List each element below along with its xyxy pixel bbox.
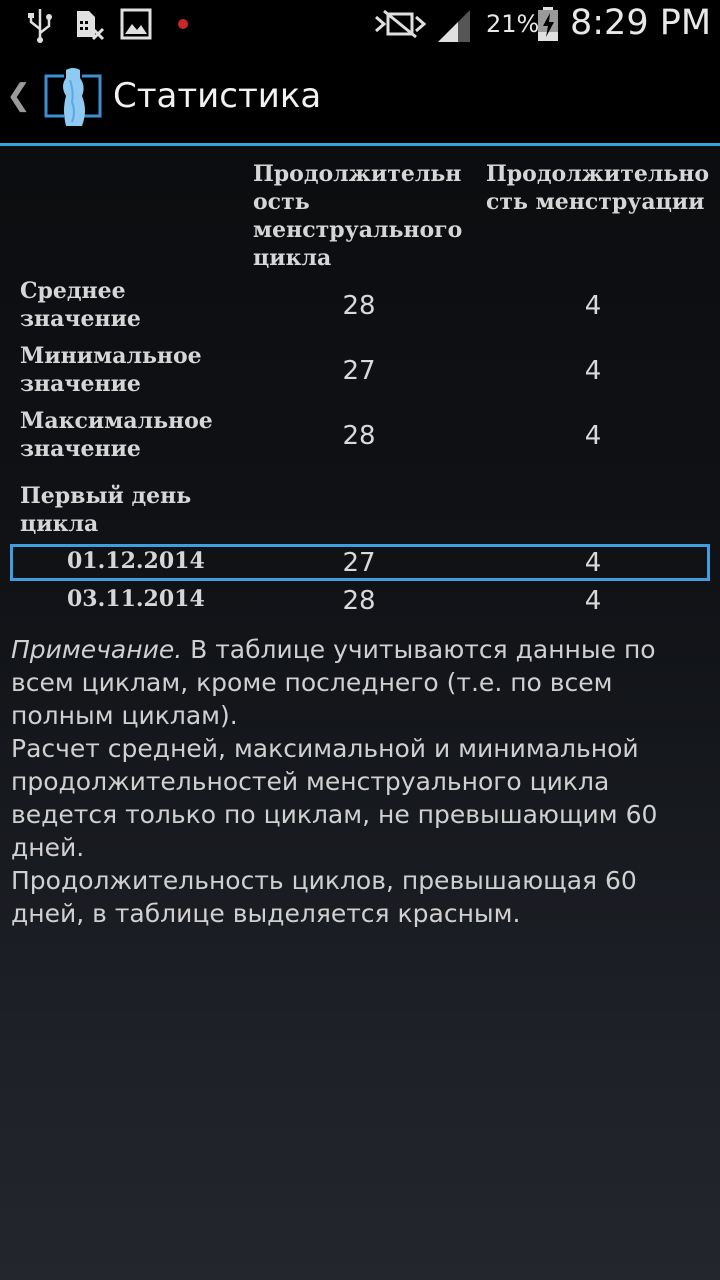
- row-label-line: Минимальное: [20, 343, 202, 369]
- row-label-average: Среднее значение: [20, 277, 240, 333]
- back-chevron-icon[interactable]: ❮: [6, 78, 31, 113]
- status-bar: 21% 8:29 PM: [0, 0, 720, 50]
- sim-off-icon: [77, 11, 105, 41]
- row-label-line: Первый день: [20, 483, 192, 509]
- note-text: Примечание. В таблице учитываются данные…: [11, 633, 711, 930]
- cycle-length-value: 27: [342, 548, 376, 578]
- row-label-maximum: Максимальное значение: [20, 407, 240, 463]
- row-label-first-day: Первый день цикла: [20, 482, 240, 538]
- note-paragraph-3: Продолжительность циклов, превышающая 60…: [11, 866, 637, 928]
- mute-icon: [375, 9, 426, 39]
- image-icon: [120, 8, 152, 40]
- row-label-line: значение: [20, 306, 141, 332]
- row-label-line: Максимальное: [20, 408, 213, 434]
- clock: 8:29 PM: [570, 3, 712, 43]
- header-cycle-length-line: цикла: [253, 245, 332, 271]
- header-cycle-length-line: ость: [253, 189, 310, 215]
- maximum-cycle-value: 28: [342, 421, 376, 451]
- minimum-cycle-value: 27: [342, 356, 376, 386]
- period-length-value: 4: [584, 586, 602, 616]
- header-cycle-length-line: Продолжительн: [253, 161, 462, 187]
- cycle-length-value: 28: [342, 586, 376, 616]
- action-bar-divider: [0, 143, 720, 146]
- period-length-value: 4: [584, 548, 602, 578]
- page-title: Статистика: [113, 76, 322, 116]
- note-paragraph-1: Примечание. В таблице учитываются данные…: [11, 633, 711, 732]
- app-logo-icon[interactable]: [44, 66, 102, 132]
- battery-percent: 21%: [486, 10, 540, 38]
- header-period-length-line: сть менструации: [486, 189, 705, 215]
- action-bar: ❮ Статистика: [0, 50, 720, 143]
- header-cycle-length: Продолжительн ость менструального цикла: [253, 160, 462, 272]
- row-label-line: значение: [20, 371, 141, 397]
- row-label-line: Среднее: [20, 278, 126, 304]
- cycle-date: 01.12.2014: [67, 548, 205, 574]
- note-label: Примечание.: [11, 635, 183, 664]
- row-label-minimum: Минимальное значение: [20, 342, 240, 398]
- note-paragraph-2: Расчет средней, максимальной и минимальн…: [11, 734, 658, 862]
- minimum-period-value: 4: [584, 356, 602, 386]
- row-label-line: цикла: [20, 511, 99, 537]
- header-period-length: Продолжительно сть менструации: [486, 160, 709, 216]
- maximum-period-value: 4: [584, 421, 602, 451]
- record-dot-icon: [178, 19, 188, 29]
- cycle-date: 03.11.2014: [67, 586, 205, 612]
- usb-icon: [28, 9, 52, 43]
- average-cycle-value: 28: [342, 291, 376, 321]
- header-period-length-line: Продолжительно: [486, 161, 710, 187]
- row-label-line: значение: [20, 436, 141, 462]
- signal-icon: [438, 10, 470, 42]
- header-cycle-length-line: менструального: [253, 217, 463, 243]
- battery-charging-icon: [538, 7, 558, 41]
- average-period-value: 4: [584, 291, 602, 321]
